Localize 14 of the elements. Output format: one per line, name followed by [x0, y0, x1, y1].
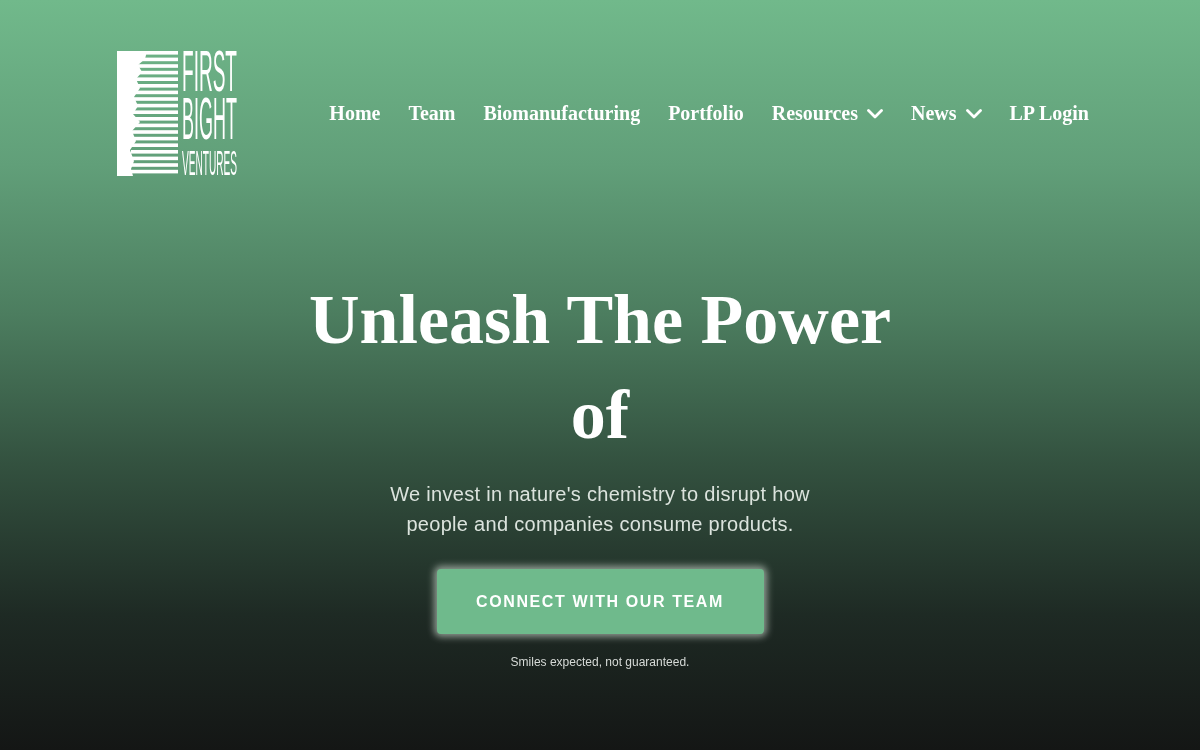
- nav-link[interactable]: News: [910, 102, 982, 125]
- logo-text: FIRST: [182, 51, 237, 92]
- hero-subtitle: We invest in nature's chemistry to disrupt how people and companies consume products.: [389, 482, 811, 537]
- connect-button[interactable]: CONNECT WITH OUR TEAM: [436, 569, 764, 634]
- nav-link[interactable]: Home: [329, 102, 381, 125]
- nav-link[interactable]: LP Login: [1009, 102, 1089, 125]
- hero-title: Unleash The Power of: [307, 280, 892, 455]
- nav-link[interactable]: Team: [408, 102, 456, 125]
- nav-link[interactable]: Resources: [771, 102, 883, 125]
- logo-text: VENTURES: [182, 150, 238, 175]
- hero-note: Smiles expected, not guaranteed.: [510, 654, 690, 670]
- nav-link[interactable]: Biomanufacturing: [483, 102, 641, 125]
- logo-text: BIGHT: [182, 98, 237, 140]
- nav-link[interactable]: Portfolio: [668, 102, 744, 125]
